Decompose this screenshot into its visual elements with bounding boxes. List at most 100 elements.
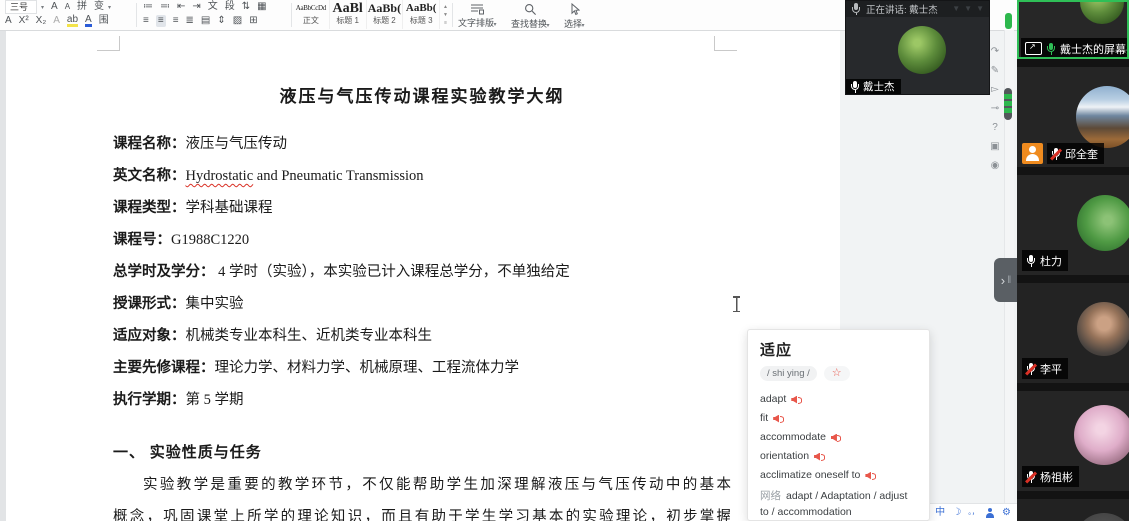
phonetic-guide-icon[interactable]: 拼 — [77, 1, 87, 13]
strikethrough-icon[interactable]: A — [53, 15, 60, 27]
window-control-icon[interactable]: ▼ — [952, 4, 960, 14]
styles-more-icon[interactable]: ≡ — [444, 20, 447, 26]
speaker-icon[interactable] — [814, 453, 823, 461]
search-icon — [524, 3, 537, 16]
speaker-icon[interactable] — [831, 434, 840, 442]
microphone-on-icon — [1026, 255, 1036, 267]
justify-icon[interactable]: ≣ — [186, 15, 194, 27]
text-effects-icon[interactable]: 变 — [94, 1, 104, 13]
video-window-titlebar[interactable]: 正在讲话: 戴士杰 ▼ ▼ ▼ — [846, 1, 989, 17]
speaking-status-text: 正在讲话: 戴士杰 — [866, 2, 947, 16]
asian-layout-icon[interactable]: 文 — [208, 1, 218, 13]
speaker-icon[interactable] — [791, 396, 800, 404]
ime-punctuation-icon[interactable]: 。， — [968, 505, 979, 521]
speaker-icon[interactable] — [865, 472, 874, 480]
dictionary-entry: accommodate — [760, 428, 917, 447]
ribbon-divider — [452, 3, 453, 27]
line-spacing-icon[interactable]: ⇕ — [217, 15, 225, 27]
participant-tile-sharing[interactable]: ↗ 戴士杰的屏幕共享 — [1017, 0, 1129, 59]
field-english-name: 英文名称：Hydrostatic and Pneumatic Transmiss… — [113, 160, 731, 192]
scrollbar-thumb[interactable] — [1004, 88, 1012, 120]
margin-crop-mark-left — [97, 36, 120, 51]
chevron-down-icon[interactable]: ▾ — [108, 4, 111, 11]
field-course-number: 课程号：G1988C1220 — [113, 224, 731, 256]
participant-tile[interactable]: 李平 — [1017, 283, 1129, 383]
dictionary-web-translations: 网络adapt / Adaptation / adjust to / accom… — [760, 488, 917, 520]
grow-font-icon[interactable]: A — [51, 1, 58, 13]
field-target-students: 适应对象：机械类专业本科生、近机类专业本科生 — [113, 320, 731, 352]
font-size-select[interactable]: 三号 — [5, 0, 37, 14]
style-chip-body-text[interactable]: AaBbCcDd 正文 — [293, 0, 330, 29]
avatar — [1074, 513, 1129, 521]
favorite-star-icon[interactable]: ☆ — [824, 366, 850, 381]
avatar — [1077, 195, 1129, 251]
avatar — [1077, 302, 1129, 356]
expand-panel-button[interactable]: › ‖ — [994, 258, 1017, 302]
style-chip-heading3[interactable]: AaBb( 标题 3 — [403, 0, 440, 29]
highlight-color-icon[interactable]: ab — [67, 15, 78, 27]
shading-icon[interactable]: ▨ — [233, 15, 242, 27]
pen-icon[interactable]: ✎ — [991, 65, 999, 76]
text-cursor-ibeam — [732, 296, 741, 312]
microphone-muted-icon — [1026, 471, 1036, 483]
chevron-down-icon[interactable]: ▾ — [41, 4, 44, 11]
dictionary-popup: 适应 / shi ying / ☆ adapt fit accommodate … — [747, 329, 930, 521]
share-annotation-icon[interactable]: ↷ — [991, 46, 999, 57]
styles-scroll-down-icon[interactable]: ▼ — [443, 12, 448, 18]
decrease-indent-icon[interactable]: ⇤ — [177, 1, 185, 13]
dictionary-entry: acclimatize oneself to — [760, 466, 917, 485]
ime-language-mode-icon[interactable]: 中 — [935, 505, 945, 521]
sort-icon[interactable]: ⇅ — [242, 1, 250, 13]
participant-name-badge: ↗ 戴士杰的屏幕共享 — [1021, 38, 1129, 59]
microphone-muted-icon — [1026, 363, 1036, 375]
document-page[interactable]: 液压与气压传动课程实验教学大纲 课程名称：液压与气压传动 英文名称：Hydros… — [6, 30, 840, 521]
align-right-icon[interactable]: ≡ — [173, 15, 179, 27]
font-group: 三号 ▾ A A 拼 变 ▾ A X² X₂ A ab A 围 — [2, 0, 134, 30]
help-icon[interactable]: ? — [992, 122, 998, 133]
ime-account-icon[interactable] — [986, 508, 995, 518]
ruler-icon[interactable]: ▦ — [257, 1, 266, 13]
field-semester: 执行学期：第 5 学期 — [113, 384, 731, 416]
superscript-icon[interactable]: X² — [19, 15, 29, 27]
numbered-list-icon[interactable]: ≕ — [160, 1, 170, 13]
style-chip-heading2[interactable]: AaBb( 标题 2 — [367, 0, 404, 29]
find-replace-button[interactable]: 查找替换 ▾ — [511, 0, 550, 30]
participant-name-badge: 杜力 — [1022, 250, 1068, 271]
participant-tile-partial[interactable] — [1017, 499, 1129, 521]
ime-settings-gear-icon[interactable]: ⚙ — [1002, 505, 1011, 521]
borders-icon[interactable]: ⊞ — [249, 15, 257, 27]
window-control-icon[interactable]: ▼ — [964, 4, 972, 14]
participants-sidebar: ↗ 戴士杰的屏幕共享 邱全奎 杜力 李平 — [1017, 0, 1129, 521]
participant-tile[interactable]: 杨祖彬 — [1017, 391, 1129, 491]
align-left-icon[interactable]: ≡ — [143, 15, 149, 27]
styles-scroll-up-icon[interactable]: ▲ — [443, 4, 448, 10]
spellcheck-underline: Hydrostatic — [186, 168, 254, 184]
shrink-font-icon[interactable]: A — [65, 1, 70, 13]
text-layout-button[interactable]: 文字排版 ▾ — [458, 0, 497, 29]
increase-indent-icon[interactable]: ⇥ — [192, 1, 200, 13]
participant-tile[interactable]: 杜力 — [1017, 175, 1129, 275]
font-color-icon[interactable]: A — [85, 15, 92, 27]
subscript-icon[interactable]: X₂ — [36, 15, 47, 27]
participant-tile[interactable]: 邱全奎 — [1017, 67, 1129, 167]
paragraph-mark-icon[interactable]: 段 — [225, 1, 235, 13]
style-chip-heading1[interactable]: AaBl 标题 1 — [330, 0, 367, 29]
character-border-icon[interactable]: 围 — [99, 15, 109, 27]
text-layout-icon — [470, 3, 484, 15]
text-effect-icon[interactable]: A — [5, 15, 12, 27]
stamp-icon[interactable]: ◉ — [991, 160, 1000, 171]
styles-gallery: AaBbCcDd 正文 AaBl 标题 1 AaBb( 标题 2 AaBb( 标… — [293, 0, 451, 30]
slider-icon[interactable]: ⊸ — [991, 103, 999, 114]
align-center-icon[interactable]: ≡ — [156, 15, 166, 27]
ime-toolbar: 中 ☽ 。， ⚙ — [927, 503, 1019, 521]
paragraph-group: ≔ ≕ ⇤ ⇥ 文 段 ⇅ ▦ ≡ ≡ ≡ ≣ ▤ ⇕ ▨ ⊞ — [140, 0, 290, 30]
pointer-icon[interactable]: ▻ — [991, 84, 999, 95]
window-control-icon[interactable]: ▼ — [976, 4, 984, 14]
distribute-icon[interactable]: ▤ — [201, 15, 210, 27]
select-button[interactable]: 选择 ▾ — [564, 0, 585, 30]
screenshot-icon[interactable]: ▣ — [990, 141, 999, 152]
ime-fullwidth-icon[interactable]: ☽ — [952, 505, 961, 521]
bullet-list-icon[interactable]: ≔ — [143, 1, 153, 13]
speaker-icon[interactable] — [773, 415, 782, 423]
speaker-video-window[interactable]: 正在讲话: 戴士杰 ▼ ▼ ▼ 戴士杰 — [845, 0, 990, 95]
